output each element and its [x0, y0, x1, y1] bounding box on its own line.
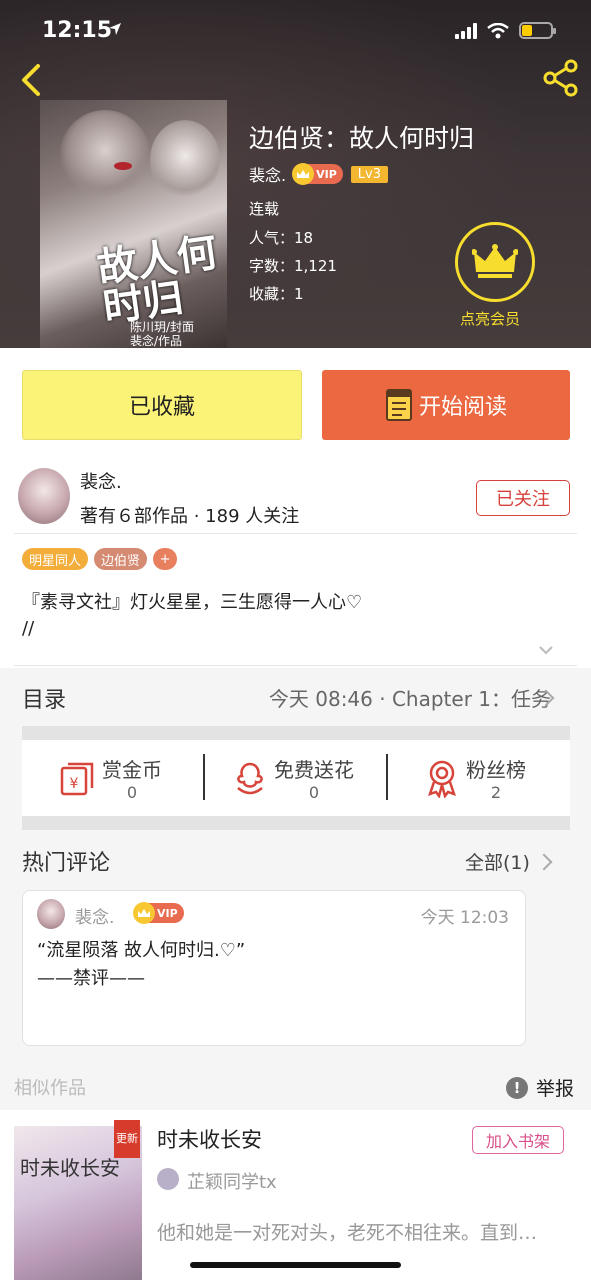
medal-icon [428, 760, 456, 798]
book-author-row: 裴念. VIP Lv3 [249, 162, 388, 186]
member-label[interactable]: 点亮会员 [460, 308, 520, 329]
status-time: 12:15 [42, 18, 113, 43]
comment-time: 今天 12:03 [420, 908, 509, 928]
flower-icon [237, 762, 263, 795]
rewards-bar: ¥ 赏金币 0 免费送花 0 粉丝榜 2 [22, 740, 570, 816]
book-favorites: 收藏：1 [249, 285, 304, 303]
action-bar: 已收藏 开始阅读 [0, 348, 591, 460]
cover-title: 故人何时归 [94, 228, 220, 332]
location-arrow-icon [109, 23, 121, 35]
author-name[interactable]: 裴念. [80, 468, 122, 494]
cover-credits: 陈川玥/封面 裴念/作品 [130, 320, 195, 348]
vip-badge: VIP [133, 902, 184, 924]
status-bar: 12:15 [0, 0, 591, 64]
back-icon[interactable] [14, 60, 54, 100]
chevron-right-icon [535, 853, 553, 871]
svg-text:¥: ¥ [70, 776, 79, 792]
alert-icon: ! [506, 1076, 528, 1099]
report-button[interactable]: ! 举报 [506, 1074, 574, 1101]
level-badge: Lv3 [350, 165, 388, 183]
member-button[interactable] [455, 222, 535, 302]
book-title: 边伯贤：故人何时归 [249, 124, 475, 153]
similar-description: 他和她是一对死对头，老死不相往来。直到… [157, 1222, 538, 1244]
avatar[interactable] [37, 899, 65, 929]
tag-list: 明星同人 边伯贤 + [22, 548, 178, 570]
share-icon[interactable] [541, 58, 581, 98]
book-status: 连载 [249, 200, 280, 218]
comment-author[interactable]: 裴念. [75, 903, 114, 928]
crown-icon [292, 163, 315, 185]
vip-badge: VIP [292, 163, 343, 185]
start-reading-button[interactable]: 开始阅读 [322, 370, 570, 440]
catalog-row[interactable]: 目录 今天 08:46 · Chapter 1：任务 [0, 668, 591, 726]
follow-button[interactable]: 已关注 [476, 480, 570, 516]
signal-icon [455, 22, 477, 39]
hot-comments-title: 热门评论 [22, 851, 111, 876]
book-cover[interactable]: 故人何时归 陈川玥/封面 裴念/作品 [40, 100, 227, 348]
book-word-count: 字数：1,121 [249, 257, 337, 275]
fan-ranking-button[interactable]: 粉丝榜 2 [424, 740, 526, 816]
book-popularity: 人气：18 [249, 229, 314, 247]
crown-icon [472, 244, 518, 278]
battery-icon [519, 22, 556, 39]
book-header: 12:15 故人何时归 陈川玥/封面 裴念/作品 边伯贤：故人何时归 裴念. V… [0, 0, 591, 348]
crown-icon [133, 902, 155, 924]
red-envelope-icon: ¥ [60, 762, 94, 796]
reward-coins-button[interactable]: ¥ 赏金币 0 [58, 740, 162, 816]
author-stats: 著有６部作品 · 189 人关注 [80, 506, 300, 527]
avatar[interactable] [18, 468, 70, 524]
book-description: 『素寻文社』灯火星星，三生愿得一人心♡ // [22, 592, 363, 639]
all-comments-link[interactable]: 全部(1) [465, 848, 530, 875]
similar-author: 芷颖同学tx [187, 1172, 277, 1193]
add-tag-button[interactable]: + [153, 548, 178, 570]
book-icon [385, 389, 412, 421]
add-to-shelf-button[interactable]: 加入书架 [472, 1126, 564, 1154]
similar-title[interactable]: 时未收长安 [157, 1124, 262, 1154]
favorited-button[interactable]: 已收藏 [22, 370, 302, 440]
update-badge: 更新 [114, 1120, 140, 1158]
free-flower-button[interactable]: 免费送花 0 [232, 740, 354, 816]
catalog-title: 目录 [22, 688, 67, 713]
comment-card[interactable]: 裴念. VIP 今天 12:03 “流星陨落 故人何时归.♡” ——禁评—— [22, 890, 526, 1046]
home-indicator[interactable] [190, 1262, 401, 1268]
latest-chapter: 今天 08:46 · Chapter 1：任务 [268, 687, 551, 711]
book-author[interactable]: 裴念. [249, 162, 286, 186]
avatar [157, 1168, 179, 1190]
tag[interactable]: 明星同人 [22, 548, 89, 570]
wifi-icon [487, 22, 509, 38]
chevron-down-icon[interactable] [538, 642, 554, 658]
author-section: 裴念. 著有６部作品 · 189 人关注 已关注 明星同人 边伯贤 + 『素寻文… [0, 460, 591, 668]
comment-text: “流星陨落 故人何时归.♡” ——禁评—— [37, 940, 246, 989]
tag[interactable]: 边伯贤 [94, 548, 148, 570]
similar-work-item[interactable]: 时未收长安 更新 时未收长安 芷颖同学tx 他和她是一对死对头，老死不相往来。直… [0, 1110, 591, 1280]
similar-works-title: 相似作品 [14, 1078, 86, 1099]
